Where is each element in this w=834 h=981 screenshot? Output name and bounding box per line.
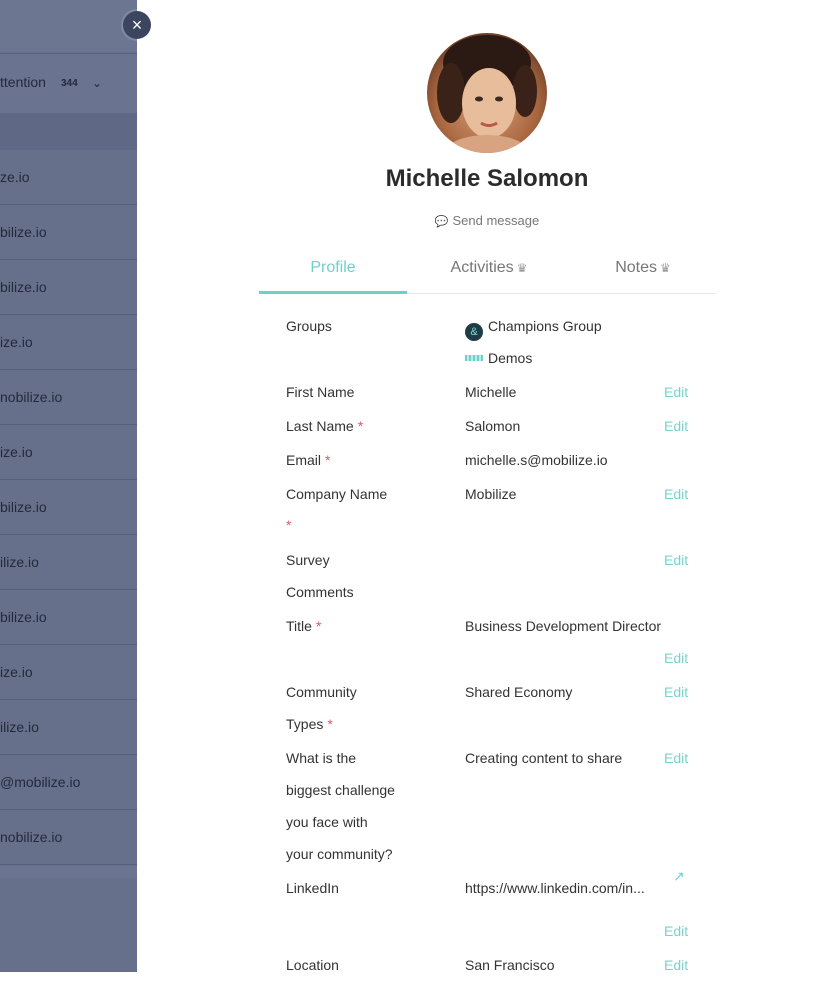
community-types-label-2: Types * xyxy=(286,708,333,740)
tab-activities[interactable]: Activities ♛ xyxy=(419,256,559,292)
linkedin-link[interactable]: https://www.linkedin.com/in... xyxy=(465,872,645,904)
tab-label: Notes xyxy=(615,259,658,276)
list-item: ilize.io xyxy=(0,536,137,590)
label-text: Last Name xyxy=(286,418,354,434)
list-item: ize.io xyxy=(0,316,137,370)
challenge-label-4: your community? xyxy=(286,846,393,862)
list-item: ize.io xyxy=(0,426,137,480)
list-item: nobilize.io xyxy=(0,811,137,865)
list-item: bilize.io xyxy=(0,481,137,535)
edit-community-types-button[interactable]: Edit xyxy=(664,676,688,708)
group-demos[interactable]: Demos xyxy=(465,342,532,374)
background-table-header xyxy=(0,113,137,150)
edit-survey-comments-button[interactable]: Edit xyxy=(664,544,688,576)
required-marker: * xyxy=(327,716,333,732)
community-types-label: Community xyxy=(286,684,357,700)
location-value: San Francisco xyxy=(465,957,555,973)
edit-linkedin-button[interactable]: Edit xyxy=(664,915,688,947)
champions-group-icon: & xyxy=(465,323,483,341)
attention-count: 344 xyxy=(61,78,78,89)
location-label: Location xyxy=(286,957,339,973)
list-item: nobilize.io xyxy=(0,371,137,425)
chat-bubble-icon: 💬 xyxy=(434,216,449,228)
last-name-label: Last Name * xyxy=(286,410,363,442)
required-marker: * xyxy=(325,452,331,468)
external-link-icon[interactable]: ↗ xyxy=(673,868,685,885)
avatar xyxy=(427,33,547,153)
chevron-down-icon: ⌄ xyxy=(92,76,103,90)
challenge-label-2: biggest challenge xyxy=(286,782,395,798)
send-message-label: Send message xyxy=(452,213,540,228)
background-footer xyxy=(0,866,137,878)
label-text: Title xyxy=(286,618,312,634)
required-marker: * xyxy=(286,517,292,533)
list-item: bilize.io xyxy=(0,261,137,315)
close-icon: × xyxy=(131,15,143,35)
first-name-label: First Name xyxy=(286,384,355,400)
send-message-link[interactable]: 💬 Send message xyxy=(0,213,834,228)
last-name-value: Salomon xyxy=(465,418,521,434)
edit-challenge-button[interactable]: Edit xyxy=(664,742,688,774)
list-item: ilize.io xyxy=(0,701,137,755)
attention-label: ttention xyxy=(0,74,46,90)
title-value: Business Development Director xyxy=(465,618,662,634)
required-marker: * xyxy=(357,418,364,434)
crown-icon: ♛ xyxy=(660,261,671,275)
company-name-label: Company Name xyxy=(286,486,388,502)
close-button[interactable]: × xyxy=(123,11,151,39)
tab-notes[interactable]: Notes ♛ xyxy=(571,256,715,292)
title-label: Title * xyxy=(286,610,321,642)
edit-title-button[interactable]: Edit xyxy=(664,642,688,674)
group-name: Demos xyxy=(488,350,533,366)
demos-group-icon xyxy=(465,355,483,361)
label-text: Types xyxy=(286,716,324,732)
profile-tabs: Profile Activities ♛ Notes ♛ xyxy=(259,256,715,294)
tab-label: Profile xyxy=(310,259,356,276)
email-value: michelle.s@mobilize.io xyxy=(465,452,608,468)
label-text: Email xyxy=(286,452,322,468)
edit-company-button[interactable]: Edit xyxy=(664,478,688,510)
list-item: bilize.io xyxy=(0,591,137,645)
community-types-value: Shared Economy xyxy=(465,684,573,700)
survey-comments-label-2: Comments xyxy=(286,584,354,600)
groups-label: Groups xyxy=(286,318,332,334)
background-header xyxy=(0,0,137,52)
group-champions[interactable]: & Champions Group xyxy=(465,310,602,342)
crown-icon: ♛ xyxy=(516,261,528,275)
required-marker: * xyxy=(315,618,322,634)
email-label: Email * xyxy=(286,444,330,476)
active-tab-indicator xyxy=(259,291,407,294)
background-list-panel: ttention 344 ⌄ ze.io bilize.io bilize.io… xyxy=(0,0,137,972)
first-name-value: Michelle xyxy=(465,384,517,400)
company-name-value: Mobilize xyxy=(465,486,517,502)
edit-location-button[interactable]: Edit xyxy=(664,949,688,981)
challenge-value: Creating content to share xyxy=(465,750,623,766)
profile-name: Michelle Salomon xyxy=(385,165,589,192)
tab-label: Activities xyxy=(450,259,514,276)
attention-filter: ttention 344 ⌄ xyxy=(0,53,137,114)
survey-comments-label: Survey xyxy=(286,552,330,568)
list-item: ize.io xyxy=(0,646,137,700)
tab-profile[interactable]: Profile xyxy=(259,256,407,292)
challenge-label-3: you face with xyxy=(286,814,368,830)
challenge-label-1: What is the xyxy=(286,750,357,766)
edit-first-name-button[interactable]: Edit xyxy=(664,376,688,408)
group-name: Champions Group xyxy=(488,318,602,334)
edit-last-name-button[interactable]: Edit xyxy=(664,410,688,442)
list-item: @mobilize.io xyxy=(0,756,137,810)
linkedin-label: LinkedIn xyxy=(286,880,339,896)
